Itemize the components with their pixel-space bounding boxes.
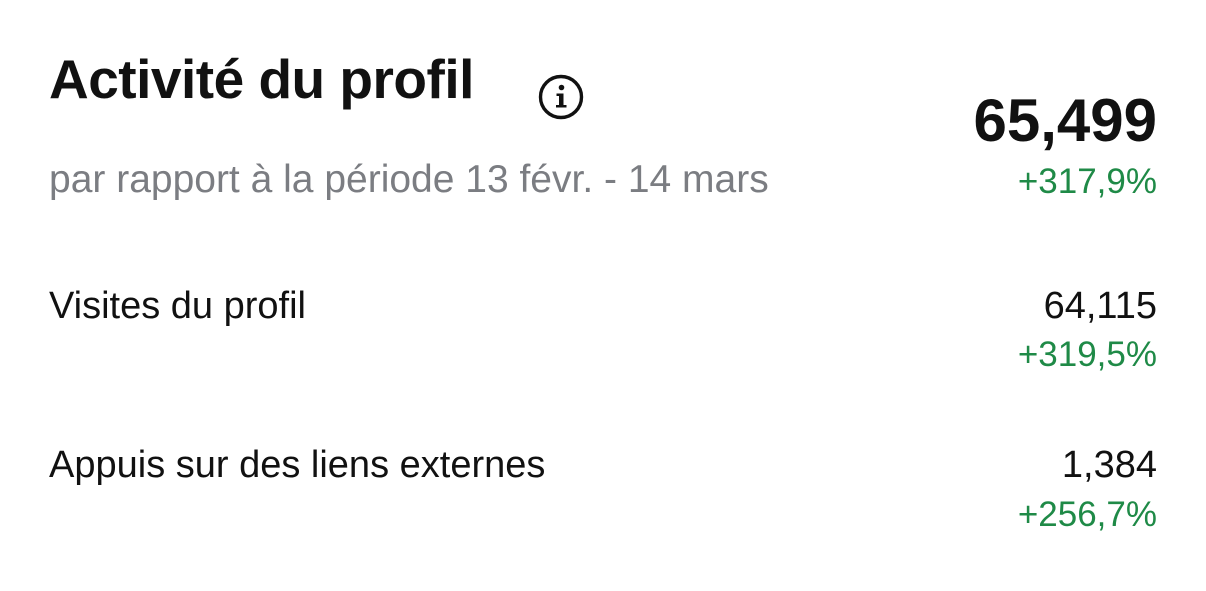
total-activity-value: 65,499 xyxy=(973,87,1157,154)
metric-value: 64,115 xyxy=(1043,285,1157,327)
metric-value: 1,384 xyxy=(1061,444,1157,486)
page-title: Activité du profil xyxy=(49,48,474,110)
metric-change: +319,5% xyxy=(1017,335,1157,374)
metric-label: Appuis sur des liens externes xyxy=(49,444,546,486)
comparison-period-text: par rapport à la période 13 févr. - 14 m… xyxy=(49,158,769,201)
metric-change: +256,7% xyxy=(1017,495,1157,534)
total-activity-change: +317,9% xyxy=(1017,162,1157,201)
metric-label: Visites du profil xyxy=(49,285,306,327)
info-icon[interactable] xyxy=(538,74,584,120)
